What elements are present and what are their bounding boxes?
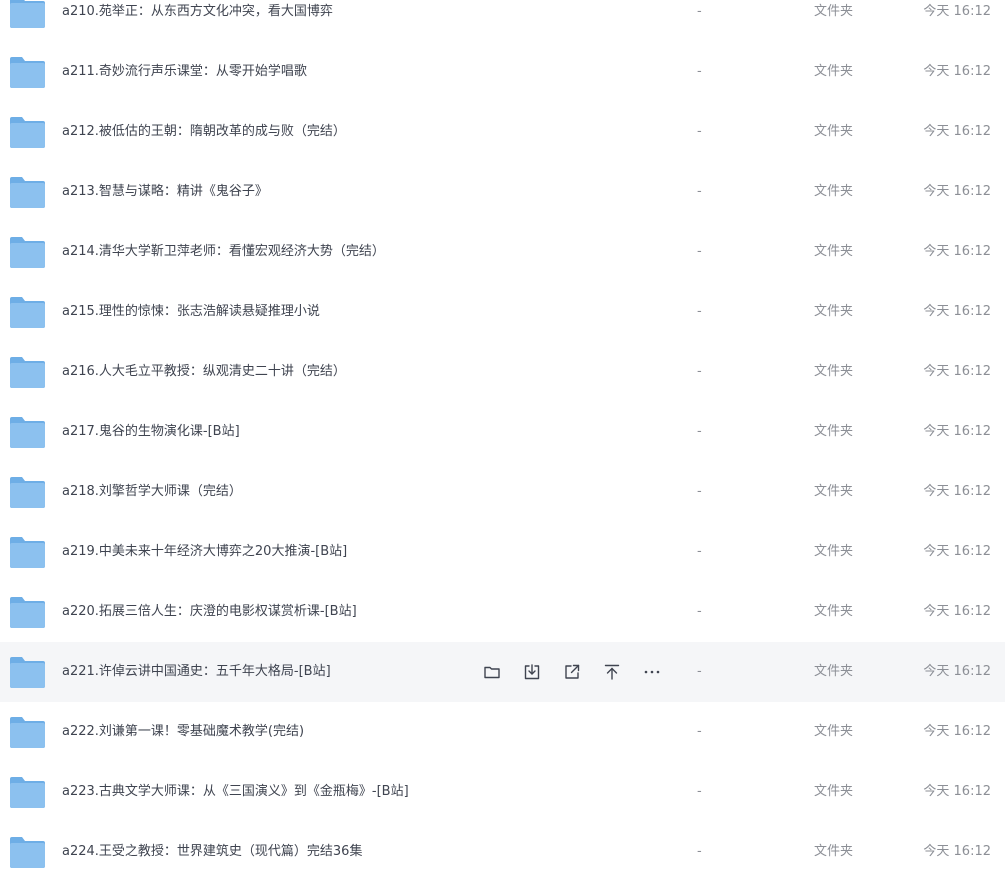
modified-time: 今天 16:12 <box>923 244 991 259</box>
file-size: - <box>697 184 702 199</box>
file-size: - <box>697 244 702 259</box>
file-type: 文件夹 <box>814 844 854 859</box>
folder-icon <box>9 713 46 750</box>
file-name[interactable]: a215.理性的惊悚：张志浩解读悬疑推理小说 <box>62 282 320 342</box>
file-name[interactable]: a213.智慧与谋略：精讲《鬼谷子》 <box>62 162 268 222</box>
file-type: 文件夹 <box>814 244 854 259</box>
table-row[interactable]: a210.苑举正：从东西方文化冲突，看大国博弈 - 文件夹 今天 16:12 <box>0 0 1005 42</box>
file-size: - <box>697 424 702 439</box>
modified-time: 今天 16:12 <box>923 844 991 859</box>
table-row[interactable]: a219.中美未来十年经济大博弈之20大推演-[B站] - 文件夹 今天 16:… <box>0 522 1005 582</box>
file-type: 文件夹 <box>814 184 854 199</box>
file-type: 文件夹 <box>814 64 854 79</box>
file-size: - <box>697 364 702 379</box>
modified-time: 今天 16:12 <box>923 424 991 439</box>
table-row[interactable]: a222.刘谦第一课！零基础魔术教学(完结) - 文件夹 今天 16:12 <box>0 702 1005 762</box>
file-size: - <box>697 724 702 739</box>
pin-top-icon[interactable] <box>601 661 623 683</box>
file-type: 文件夹 <box>814 124 854 139</box>
file-size: - <box>697 484 702 499</box>
file-type: 文件夹 <box>814 364 854 379</box>
file-name[interactable]: a222.刘谦第一课！零基础魔术教学(完结) <box>62 702 304 762</box>
modified-time: 今天 16:12 <box>923 604 991 619</box>
folder-icon <box>9 833 46 870</box>
file-type: 文件夹 <box>814 604 854 619</box>
modified-time: 今天 16:12 <box>923 664 991 679</box>
table-row[interactable]: a218.刘擎哲学大师课（完结） - 文件夹 今天 16:12 <box>0 462 1005 522</box>
folder-icon <box>9 233 46 270</box>
file-name[interactable]: a212.被低估的王朝：隋朝改革的成与败（完结） <box>62 102 346 162</box>
file-type: 文件夹 <box>814 544 854 559</box>
row-actions <box>481 661 663 683</box>
file-name[interactable]: a220.拓展三倍人生：庆澄的电影权谋赏析课-[B站] <box>62 582 357 642</box>
folder-icon <box>9 533 46 570</box>
file-name[interactable]: a221.许倬云讲中国通史：五千年大格局-[B站] <box>62 642 331 702</box>
open-folder-icon[interactable] <box>481 661 503 683</box>
folder-icon <box>9 473 46 510</box>
modified-time: 今天 16:12 <box>923 784 991 799</box>
file-size: - <box>697 544 702 559</box>
modified-time: 今天 16:12 <box>923 544 991 559</box>
file-name[interactable]: a218.刘擎哲学大师课（完结） <box>62 462 242 522</box>
file-size: - <box>697 664 702 679</box>
file-size: - <box>697 64 702 79</box>
file-size: - <box>697 604 702 619</box>
file-name[interactable]: a219.中美未来十年经济大博弈之20大推演-[B站] <box>62 522 347 582</box>
table-row[interactable]: a215.理性的惊悚：张志浩解读悬疑推理小说 - 文件夹 今天 16:12 <box>0 282 1005 342</box>
table-row-hovered[interactable]: a221.许倬云讲中国通史：五千年大格局-[B站] - 文件夹 今天 16:12 <box>0 642 1005 702</box>
folder-icon <box>9 773 46 810</box>
file-name[interactable]: a211.奇妙流行声乐课堂：从零开始学唱歌 <box>62 42 307 102</box>
file-type: 文件夹 <box>814 784 854 799</box>
modified-time: 今天 16:12 <box>923 184 991 199</box>
table-row[interactable]: a217.鬼谷的生物演化课-[B站] - 文件夹 今天 16:12 <box>0 402 1005 462</box>
folder-icon <box>9 353 46 390</box>
table-row[interactable]: a224.王受之教授：世界建筑史（现代篇）完结36集 - 文件夹 今天 16:1… <box>0 822 1005 882</box>
file-size: - <box>697 124 702 139</box>
modified-time: 今天 16:12 <box>923 124 991 139</box>
folder-icon <box>9 413 46 450</box>
file-name[interactable]: a223.古典文学大师课：从《三国演义》到《金瓶梅》-[B站] <box>62 762 409 822</box>
folder-icon <box>9 293 46 330</box>
table-row[interactable]: a211.奇妙流行声乐课堂：从零开始学唱歌 - 文件夹 今天 16:12 <box>0 42 1005 102</box>
modified-time: 今天 16:12 <box>923 64 991 79</box>
folder-icon <box>9 0 46 30</box>
file-name[interactable]: a216.人大毛立平教授：纵观清史二十讲（完结） <box>62 342 346 402</box>
file-type: 文件夹 <box>814 4 854 19</box>
file-size: - <box>697 784 702 799</box>
modified-time: 今天 16:12 <box>923 484 991 499</box>
file-size: - <box>697 304 702 319</box>
folder-icon <box>9 593 46 630</box>
modified-time: 今天 16:12 <box>923 364 991 379</box>
table-row[interactable]: a216.人大毛立平教授：纵观清史二十讲（完结） - 文件夹 今天 16:12 <box>0 342 1005 402</box>
modified-time: 今天 16:12 <box>923 724 991 739</box>
folder-icon <box>9 53 46 90</box>
file-type: 文件夹 <box>814 484 854 499</box>
modified-time: 今天 16:12 <box>923 4 991 19</box>
file-size: - <box>697 4 702 19</box>
download-icon[interactable] <box>521 661 543 683</box>
file-size: - <box>697 844 702 859</box>
file-name[interactable]: a224.王受之教授：世界建筑史（现代篇）完结36集 <box>62 822 362 882</box>
table-row[interactable]: a213.智慧与谋略：精讲《鬼谷子》 - 文件夹 今天 16:12 <box>0 162 1005 222</box>
file-type: 文件夹 <box>814 724 854 739</box>
share-icon[interactable] <box>561 661 583 683</box>
table-row[interactable]: a223.古典文学大师课：从《三国演义》到《金瓶梅》-[B站] - 文件夹 今天… <box>0 762 1005 822</box>
file-type: 文件夹 <box>814 664 854 679</box>
folder-icon <box>9 653 46 690</box>
table-row[interactable]: a220.拓展三倍人生：庆澄的电影权谋赏析课-[B站] - 文件夹 今天 16:… <box>0 582 1005 642</box>
modified-time: 今天 16:12 <box>923 304 991 319</box>
file-name[interactable]: a210.苑举正：从东西方文化冲突，看大国博弈 <box>62 0 333 42</box>
file-type: 文件夹 <box>814 424 854 439</box>
folder-icon <box>9 173 46 210</box>
more-icon[interactable] <box>641 661 663 683</box>
file-type: 文件夹 <box>814 304 854 319</box>
table-row[interactable]: a214.清华大学靳卫萍老师：看懂宏观经济大势（完结） - 文件夹 今天 16:… <box>0 222 1005 282</box>
file-name[interactable]: a214.清华大学靳卫萍老师：看懂宏观经济大势（完结） <box>62 222 385 282</box>
file-list: a210.苑举正：从东西方文化冲突，看大国博弈 - 文件夹 今天 16:12 a… <box>0 0 1005 882</box>
folder-icon <box>9 113 46 150</box>
file-name[interactable]: a217.鬼谷的生物演化课-[B站] <box>62 402 240 462</box>
table-row[interactable]: a212.被低估的王朝：隋朝改革的成与败（完结） - 文件夹 今天 16:12 <box>0 102 1005 162</box>
